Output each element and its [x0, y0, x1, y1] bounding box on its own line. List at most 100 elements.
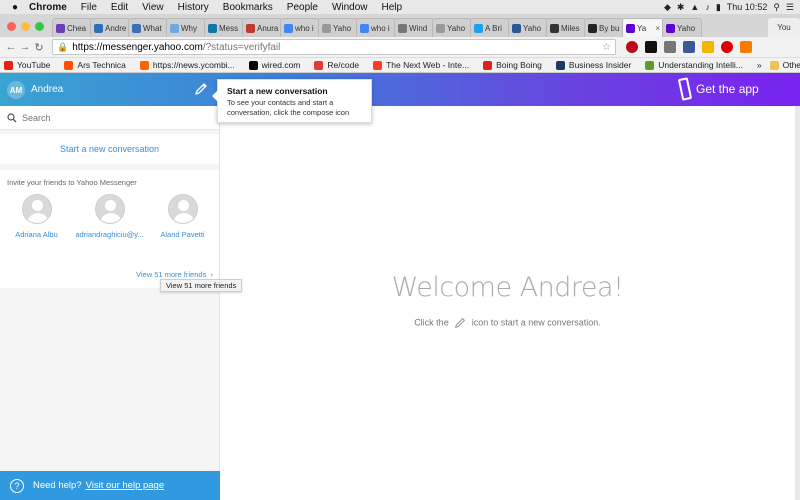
tab-favicon-icon [284, 23, 293, 33]
other-bookmarks[interactable]: Other Bookmarks [769, 60, 800, 70]
apple-icon[interactable]: ● [8, 2, 22, 13]
bookmark-favicon-icon [4, 60, 13, 70]
bookmark-label: Business Insider [568, 60, 632, 70]
drive-extension-icon[interactable] [702, 41, 714, 53]
tab-favicon-icon [512, 23, 521, 33]
clock[interactable]: Thu 10:52 [727, 2, 768, 12]
reload-icon[interactable]: ↻ [32, 41, 46, 54]
start-conversation-link[interactable]: Start a new conversation [0, 134, 219, 164]
profile-tab[interactable]: You [768, 18, 800, 37]
browser-tab[interactable]: Yaho [318, 18, 358, 37]
menu-app-chrome[interactable]: Chrome [22, 2, 74, 13]
browser-tab-active[interactable]: Ya × [622, 18, 664, 37]
bookmark-item[interactable]: wired.com [248, 60, 301, 70]
chrome-menu-icon[interactable] [740, 41, 752, 53]
tab-title: Ya [637, 23, 647, 33]
browser-tab[interactable]: Mess [204, 18, 244, 37]
bookmark-item[interactable]: The Next Web - Inte... [373, 60, 469, 70]
help-page-link[interactable]: Visit our help page [86, 480, 165, 491]
menu-edit[interactable]: Edit [104, 2, 135, 13]
browser-tab[interactable]: Why [166, 18, 206, 37]
get-the-app-button[interactable]: Get the app [677, 77, 759, 101]
browser-tab[interactable]: A Bri [470, 18, 510, 37]
bookmark-item[interactable]: Business Insider [555, 60, 632, 70]
folder-icon [769, 60, 779, 70]
address-bar[interactable]: 🔒 https://messenger.yahoo.com /?status=v… [52, 39, 616, 55]
menubar-status-area: ◆ ✱ ▲ ♪ ▮ Thu 10:52 ⚲ ☰ [664, 2, 800, 13]
friends-list: Adriana Albu adriandraghiciu@y... Aland … [0, 194, 220, 239]
extensions-area [626, 41, 752, 53]
pencil-icon [455, 318, 466, 328]
friend-avatar [21, 194, 52, 224]
dropbox-icon[interactable]: ◆ [664, 2, 671, 13]
browser-tab[interactable]: Andre [90, 18, 130, 37]
extension-icon[interactable] [683, 41, 695, 53]
friend-card[interactable]: Adriana Albu [0, 194, 73, 239]
compose-tooltip: Start a new conversation To see your con… [212, 79, 372, 123]
tab-favicon-icon [436, 23, 445, 33]
bookmark-star-icon[interactable]: ☆ [602, 42, 615, 53]
tab-title: What [143, 23, 162, 33]
menu-history[interactable]: History [171, 2, 216, 13]
battery-icon[interactable]: ▮ [716, 2, 721, 13]
menu-bookmarks[interactable]: Bookmarks [216, 2, 280, 13]
bookmark-label: Boing Boing [496, 60, 542, 70]
close-window-icon[interactable] [7, 22, 16, 31]
wifi-icon[interactable]: ▲ [690, 2, 699, 12]
browser-tab[interactable]: What [128, 18, 168, 37]
browser-tab[interactable]: who i [356, 18, 396, 37]
menu-window[interactable]: Window [325, 2, 375, 13]
friend-card[interactable]: adriandraghiciu@y... [73, 194, 146, 239]
tab-favicon-icon [56, 23, 65, 33]
forward-icon[interactable]: → [18, 41, 32, 53]
bookmark-item[interactable]: Boing Boing [483, 60, 542, 70]
pinterest-extension-icon[interactable] [626, 41, 638, 53]
menu-help[interactable]: Help [375, 2, 410, 13]
bookmark-item[interactable]: Understanding Intelli... [645, 60, 743, 70]
friend-card[interactable]: Aland Pavetti [146, 194, 219, 239]
bookmark-item[interactable]: Re/code [314, 60, 359, 70]
bookmark-item[interactable]: YouTube [4, 60, 50, 70]
browser-tab[interactable]: Anura [242, 18, 282, 37]
avatar[interactable]: AM [7, 81, 25, 99]
back-icon[interactable]: ← [4, 41, 18, 53]
menu-people[interactable]: People [280, 2, 325, 13]
browser-tab[interactable]: who i [280, 18, 320, 37]
browser-tab[interactable]: Yaho [508, 18, 548, 37]
view-more-label: View 51 more friends [136, 270, 207, 279]
browser-tab[interactable]: Yaho [662, 18, 702, 37]
menu-view[interactable]: View [135, 2, 171, 13]
tab-title: Why [181, 23, 197, 33]
friend-name: adriandraghiciu@y... [75, 230, 144, 239]
spotlight-icon[interactable]: ⚲ [773, 2, 780, 13]
menu-file[interactable]: File [74, 2, 104, 13]
extension-icon[interactable] [664, 41, 676, 53]
help-icon: ? [10, 478, 24, 493]
browser-tab[interactable]: By bu [584, 18, 624, 37]
tab-favicon-icon [474, 23, 483, 33]
bookmarks-chevron-icon[interactable]: » [757, 60, 762, 70]
bluetooth-icon[interactable]: ✱ [677, 2, 685, 13]
volume-icon[interactable]: ♪ [705, 2, 710, 12]
close-tab-icon[interactable]: × [655, 24, 660, 33]
browser-tab[interactable]: Yaho [432, 18, 472, 37]
search-input[interactable] [22, 112, 202, 123]
minimize-window-icon[interactable] [21, 22, 30, 31]
bookmark-item[interactable]: https://news.ycombi... [139, 60, 235, 70]
zoom-window-icon[interactable] [35, 22, 44, 31]
opera-extension-icon[interactable] [721, 41, 733, 53]
other-bookmarks-label: Other Bookmarks [782, 60, 800, 70]
compose-icon[interactable] [193, 81, 209, 97]
bookmark-label: wired.com [261, 60, 301, 70]
view-more-friends-link[interactable]: View 51 more friends › [136, 270, 213, 279]
bookmark-item[interactable]: Ars Technica [64, 60, 126, 70]
browser-tab[interactable]: Miles [546, 18, 586, 37]
notifications-icon[interactable]: ☰ [786, 2, 794, 13]
messenger-header: AM Andrea Get the app [0, 73, 800, 106]
extension-icon[interactable] [645, 41, 657, 53]
user-name[interactable]: Andrea [31, 84, 63, 95]
tab-title: A Bri [485, 23, 502, 33]
browser-tab[interactable]: Chea [52, 18, 92, 37]
background-page-edge [795, 106, 800, 500]
browser-tab[interactable]: Wind [394, 18, 434, 37]
